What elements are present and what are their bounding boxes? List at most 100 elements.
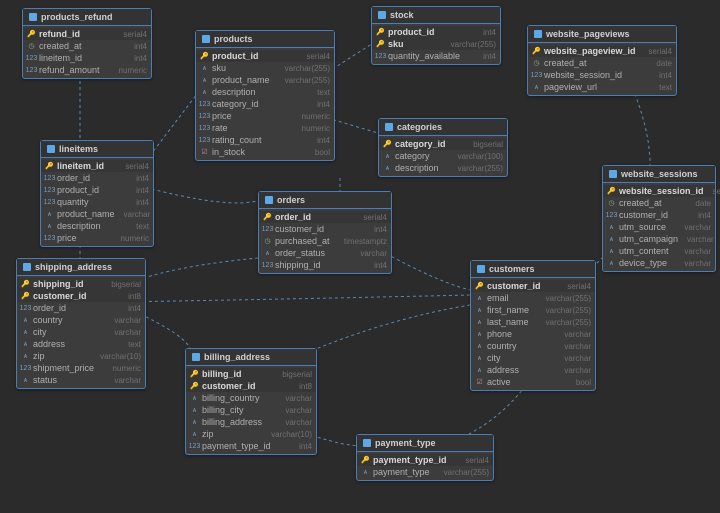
- table-products[interactable]: products 🔑product_idserial4ᴀskuvarchar(25…: [195, 30, 335, 161]
- type-icon: ᴀ: [383, 152, 392, 161]
- column-row[interactable]: 123shipping_idint4: [259, 259, 391, 271]
- table-header[interactable]: products: [196, 31, 334, 48]
- column-row[interactable]: ᴀzipvarchar(10): [186, 428, 316, 440]
- column-row[interactable]: 123order_idint4: [41, 172, 153, 184]
- column-row[interactable]: 🔑website_session_idserial4: [603, 185, 715, 197]
- column-row[interactable]: 123ratenumeric: [196, 122, 334, 134]
- table-header[interactable]: products_refund: [23, 9, 151, 26]
- column-row[interactable]: 123customer_idint4: [259, 223, 391, 235]
- table-shipping_address[interactable]: shipping_address 🔑shipping_idbigserial🔑cu…: [16, 258, 146, 389]
- column-row[interactable]: ᴀstatusvarchar: [17, 374, 145, 386]
- column-row[interactable]: 123rating_countint4: [196, 134, 334, 146]
- column-row[interactable]: 🔑lineitem_idserial4: [41, 160, 153, 172]
- column-row[interactable]: ◷created_atdate: [528, 57, 676, 69]
- table-website_sessions[interactable]: website_sessions 🔑website_session_idseria…: [602, 165, 716, 272]
- column-row[interactable]: 🔑website_pageview_idserial4: [528, 45, 676, 57]
- column-row[interactable]: ᴀemailvarchar(255): [471, 292, 595, 304]
- table-products_refund[interactable]: products_refund 🔑refund_idserial4◷created…: [22, 8, 152, 79]
- column-row[interactable]: ◷created_atdate: [603, 197, 715, 209]
- table-orders[interactable]: orders 🔑order_idserial4123customer_idint4…: [258, 191, 392, 274]
- table-header[interactable]: stock: [372, 7, 500, 24]
- column-row[interactable]: 🔑customer_idint8: [186, 380, 316, 392]
- column-row[interactable]: ᴀfirst_namevarchar(255): [471, 304, 595, 316]
- column-row[interactable]: ᴀbilling_addressvarchar: [186, 416, 316, 428]
- column-row[interactable]: 🔑payment_type_idserial4: [357, 454, 493, 466]
- column-row[interactable]: 🔑product_idserial4: [196, 50, 334, 62]
- column-row[interactable]: ᴀzipvarchar(10): [17, 350, 145, 362]
- column-row[interactable]: ᴀdescriptionvarchar(255): [379, 162, 507, 174]
- table-website_pageviews[interactable]: website_pageviews 🔑website_pageview_idser…: [527, 25, 677, 96]
- column-row[interactable]: ᴀorder_statusvarchar: [259, 247, 391, 259]
- column-name: status: [33, 375, 111, 385]
- column-row[interactable]: ᴀcountryvarchar: [471, 340, 595, 352]
- column-row[interactable]: ᴀcategoryvarchar(100): [379, 150, 507, 162]
- column-row[interactable]: 123quantityint4: [41, 196, 153, 208]
- table-header[interactable]: categories: [379, 119, 507, 136]
- column-row[interactable]: 🔑customer_idserial4: [471, 280, 595, 292]
- column-row[interactable]: ᴀutm_sourcevarchar: [603, 221, 715, 233]
- column-row[interactable]: 123pricenumeric: [196, 110, 334, 122]
- column-row[interactable]: 🔑category_idbigserial: [379, 138, 507, 150]
- column-row[interactable]: ᴀdescriptiontext: [41, 220, 153, 232]
- column-row[interactable]: 123quantity_availableint4: [372, 50, 500, 62]
- column-row[interactable]: 123order_idint4: [17, 302, 145, 314]
- column-row[interactable]: ᴀproduct_namevarchar: [41, 208, 153, 220]
- column-row[interactable]: ᴀutm_contentvarchar: [603, 245, 715, 257]
- column-row[interactable]: 🔑shipping_idbigserial: [17, 278, 145, 290]
- column-row[interactable]: 123refund_amountnumeric: [23, 64, 151, 76]
- column-row[interactable]: 123pricenumeric: [41, 232, 153, 244]
- table-header[interactable]: shipping_address: [17, 259, 145, 276]
- column-row[interactable]: ᴀcityvarchar: [17, 326, 145, 338]
- column-name: zip: [33, 351, 97, 361]
- column-row[interactable]: 123product_idint4: [41, 184, 153, 196]
- column-row[interactable]: 🔑refund_idserial4: [23, 28, 151, 40]
- table-billing_address[interactable]: billing_address 🔑billing_idbigserial🔑cust…: [185, 348, 317, 455]
- erd-canvas[interactable]: products_refund🔑refund_idserial4◷created…: [0, 0, 720, 513]
- column-row[interactable]: ᴀproduct_namevarchar(255): [196, 74, 334, 86]
- column-row[interactable]: ᴀbilling_cityvarchar: [186, 404, 316, 416]
- table-header[interactable]: billing_address: [186, 349, 316, 366]
- column-row[interactable]: 🔑skuvarchar(255): [372, 38, 500, 50]
- column-row[interactable]: ☑activebool: [471, 376, 595, 388]
- table-stock[interactable]: stock 🔑product_idint4🔑skuvarchar(255)123q…: [371, 6, 501, 65]
- column-row[interactable]: ᴀaddresstext: [17, 338, 145, 350]
- column-row[interactable]: 🔑product_idint4: [372, 26, 500, 38]
- table-header[interactable]: orders: [259, 192, 391, 209]
- column-row[interactable]: ◷purchased_attimestamptz: [259, 235, 391, 247]
- column-name: price: [57, 233, 118, 243]
- column-row[interactable]: ᴀcityvarchar: [471, 352, 595, 364]
- column-row[interactable]: ᴀutm_campaignvarchar: [603, 233, 715, 245]
- column-row[interactable]: ᴀpayment_typevarchar(255): [357, 466, 493, 478]
- table-customers[interactable]: customers 🔑customer_idserial4ᴀemailvarcha…: [470, 260, 596, 391]
- table-categories[interactable]: categories🔑category_idbigserialᴀcategory…: [378, 118, 508, 177]
- column-row[interactable]: 123customer_idint4: [603, 209, 715, 221]
- table-payment_type[interactable]: payment_type 🔑payment_type_idserial4ᴀpaym…: [356, 434, 494, 481]
- column-row[interactable]: ᴀlast_namevarchar(255): [471, 316, 595, 328]
- table-title: website_pageviews: [546, 29, 630, 39]
- column-row[interactable]: ᴀpageview_urltext: [528, 81, 676, 93]
- table-header[interactable]: website_pageviews: [528, 26, 676, 43]
- table-header[interactable]: payment_type: [357, 435, 493, 452]
- column-row[interactable]: 123shipment_pricenumeric: [17, 362, 145, 374]
- column-name: category: [395, 151, 455, 161]
- column-row[interactable]: 123website_session_idint4: [528, 69, 676, 81]
- column-row[interactable]: 123category_idint4: [196, 98, 334, 110]
- column-row[interactable]: ᴀdevice_typevarchar: [603, 257, 715, 269]
- column-row[interactable]: 🔑billing_idbigserial: [186, 368, 316, 380]
- column-row[interactable]: ᴀaddressvarchar: [471, 364, 595, 376]
- column-row[interactable]: 🔑customer_idint8: [17, 290, 145, 302]
- column-row[interactable]: ᴀphonevarchar: [471, 328, 595, 340]
- column-row[interactable]: ☑in_stockbool: [196, 146, 334, 158]
- table-header[interactable]: lineitems: [41, 141, 153, 158]
- column-row[interactable]: ᴀskuvarchar(255): [196, 62, 334, 74]
- column-row[interactable]: ᴀbilling_countryvarchar: [186, 392, 316, 404]
- column-row[interactable]: 🔑order_idserial4: [259, 211, 391, 223]
- column-row[interactable]: ᴀcountryvarchar: [17, 314, 145, 326]
- table-header[interactable]: website_sessions: [603, 166, 715, 183]
- column-row[interactable]: 123payment_type_idint4: [186, 440, 316, 452]
- table-header[interactable]: customers: [471, 261, 595, 278]
- column-row[interactable]: ᴀdescriptiontext: [196, 86, 334, 98]
- table-lineitems[interactable]: lineitems 🔑lineitem_idserial4123order_idi…: [40, 140, 154, 247]
- column-row[interactable]: ◷created_atint4: [23, 40, 151, 52]
- column-row[interactable]: 123lineitem_idint4: [23, 52, 151, 64]
